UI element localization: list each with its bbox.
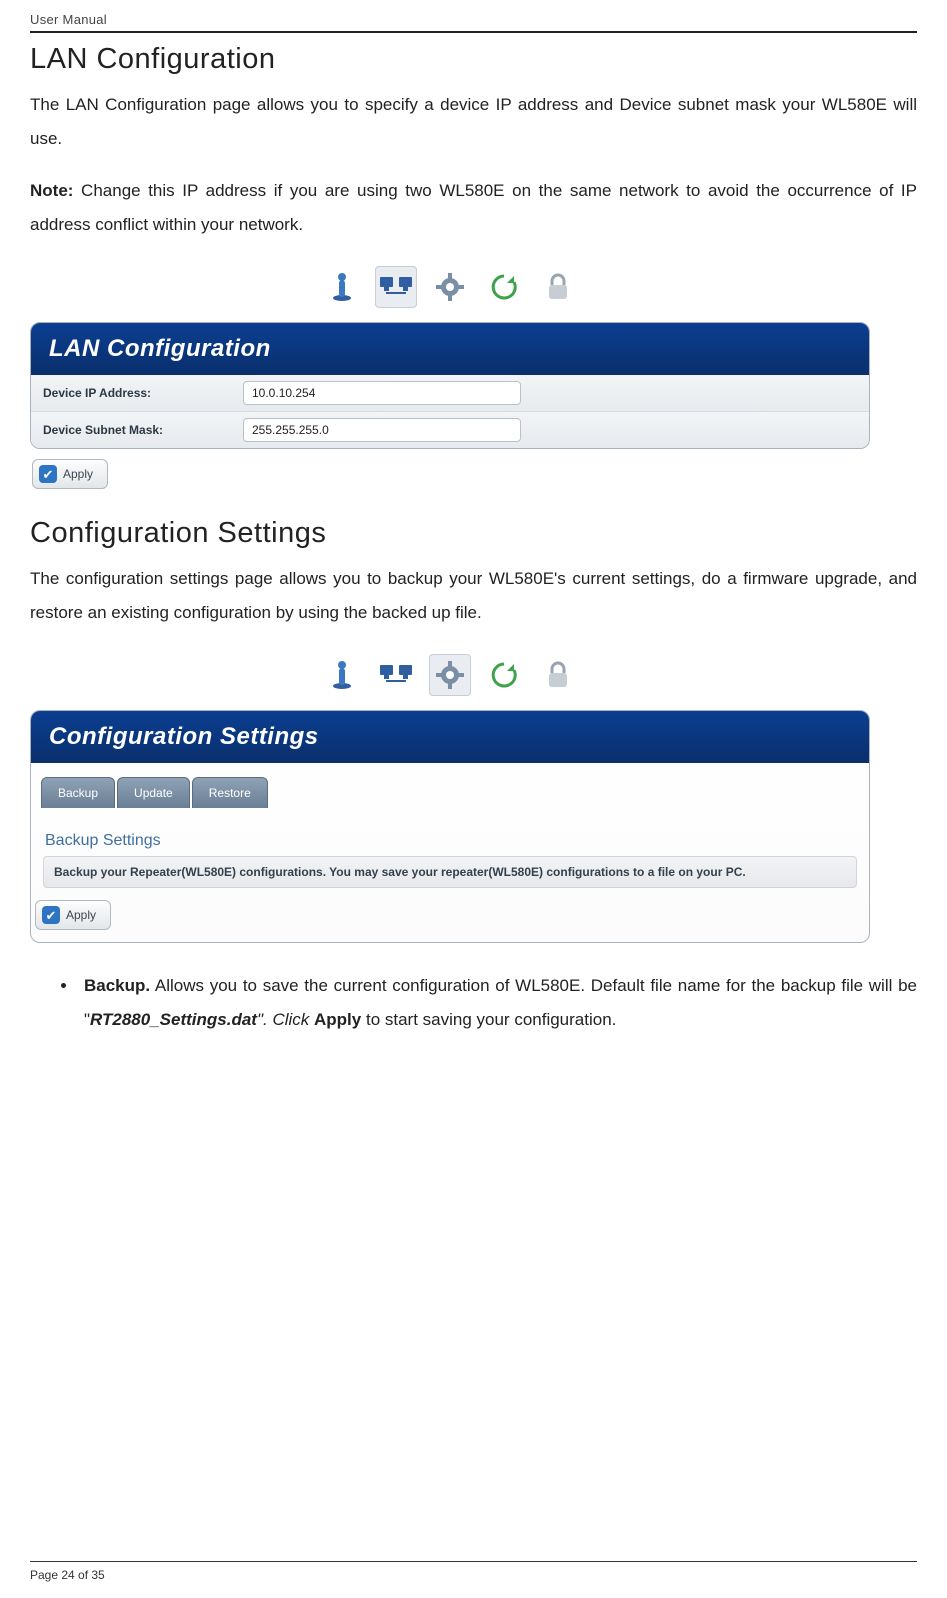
- bullet-backup-label: Backup.: [84, 976, 150, 995]
- bullet-backup: Backup. Allows you to save the current c…: [78, 969, 917, 1037]
- page-footer: Page 24 of 35: [30, 1561, 917, 1582]
- lock-icon[interactable]: [537, 266, 579, 308]
- gear-icon[interactable]: [429, 654, 471, 696]
- config-settings-panel: Configuration Settings Backup Update Res…: [30, 710, 870, 943]
- heading-config-settings: Configuration Settings: [30, 517, 917, 550]
- lan-config-panel: LAN Configuration Device IP Address: Dev…: [30, 322, 870, 449]
- header-rule: [30, 31, 917, 33]
- note-body: Change this IP address if you are using …: [30, 181, 917, 234]
- info-icon[interactable]: [321, 654, 363, 696]
- lock-icon[interactable]: [537, 654, 579, 696]
- toolbar: [30, 260, 870, 312]
- note-label: Note:: [30, 181, 73, 200]
- input-subnet[interactable]: [243, 418, 521, 442]
- para-config-intro: The configuration settings page allows y…: [30, 562, 917, 630]
- bullet-backup-filename: RT2880_Settings.dat: [90, 1010, 257, 1029]
- tabs: Backup Update Restore: [41, 777, 869, 808]
- running-header: User Manual: [30, 12, 917, 27]
- network-icon[interactable]: [375, 266, 417, 308]
- heading-lan-configuration: LAN Configuration: [30, 43, 917, 76]
- tab-backup[interactable]: Backup: [41, 777, 115, 808]
- check-icon: ✔: [39, 465, 57, 483]
- network-icon[interactable]: [375, 654, 417, 696]
- toolbar: [30, 648, 870, 700]
- label-ip-address: Device IP Address:: [43, 386, 243, 400]
- tab-restore[interactable]: Restore: [192, 777, 268, 808]
- apply-label: Apply: [63, 467, 93, 481]
- figure-lan-config: LAN Configuration Device IP Address: Dev…: [30, 260, 870, 491]
- row-ip-address: Device IP Address:: [31, 375, 869, 412]
- gear-icon[interactable]: [429, 266, 471, 308]
- page-number: Page 24 of 35: [30, 1568, 917, 1582]
- bullet-backup-text-c: to start saving your configuration.: [361, 1010, 616, 1029]
- panel-title: Configuration Settings: [31, 711, 869, 763]
- refresh-icon[interactable]: [483, 654, 525, 696]
- subheading-backup: Backup Settings: [45, 832, 869, 850]
- footer-rule: [30, 1561, 917, 1562]
- para-lan-intro: The LAN Configuration page allows you to…: [30, 88, 917, 156]
- apply-button[interactable]: ✔ Apply: [35, 900, 111, 930]
- info-icon[interactable]: [321, 266, 363, 308]
- label-subnet: Device Subnet Mask:: [43, 423, 243, 437]
- tab-update[interactable]: Update: [117, 777, 190, 808]
- check-icon: ✔: [42, 906, 60, 924]
- bullet-backup-apply: Apply: [314, 1010, 361, 1029]
- bullet-backup-text-b: ". Click: [257, 1010, 314, 1029]
- refresh-icon[interactable]: [483, 266, 525, 308]
- input-ip-address[interactable]: [243, 381, 521, 405]
- figure-config-settings: Configuration Settings Backup Update Res…: [30, 648, 870, 943]
- apply-label: Apply: [66, 908, 96, 922]
- backup-info: Backup your Repeater(WL580E) configurati…: [43, 856, 857, 888]
- para-lan-note: Note: Change this IP address if you are …: [30, 174, 917, 242]
- row-subnet: Device Subnet Mask:: [31, 412, 869, 448]
- apply-button[interactable]: ✔ Apply: [32, 459, 108, 489]
- bullet-list: Backup. Allows you to save the current c…: [78, 969, 917, 1037]
- panel-title: LAN Configuration: [31, 323, 869, 375]
